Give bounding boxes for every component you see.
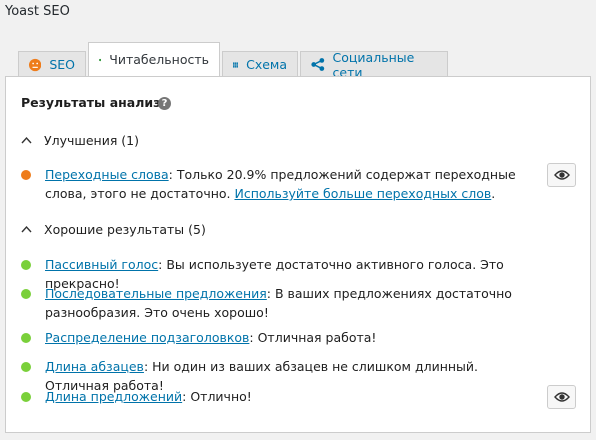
status-dot-orange [21, 170, 31, 180]
chevron-up-icon [21, 136, 32, 144]
item-text-tail: . [491, 186, 496, 201]
consecutive-sentences-link[interactable]: Последовательные предложения [45, 286, 267, 301]
status-dot-green [21, 333, 31, 343]
passive-voice-link[interactable]: Пассивный голос [45, 257, 158, 272]
improvements-header: Улучшения (1) [44, 133, 140, 148]
status-dot-green [21, 392, 31, 402]
item-text: : Отличная работа! [249, 330, 377, 345]
list-item: Длина предложений: Отлично! [21, 387, 521, 406]
eye-icon [553, 392, 570, 402]
sentence-length-link[interactable]: Длина предложений [45, 389, 182, 404]
transition-words-link[interactable]: Переходные слова [45, 167, 169, 182]
paragraph-length-link[interactable]: Длина абзацев [45, 359, 144, 374]
grid-icon [233, 61, 239, 68]
status-dot-green [21, 260, 31, 270]
tab-readability[interactable]: Читабельность [88, 42, 220, 76]
analysis-panel: Результаты анализа ? Улучшения (1) Перех… [5, 76, 591, 433]
highlight-eye-button[interactable] [547, 385, 576, 409]
highlight-eye-button[interactable] [547, 163, 576, 187]
orange-face-icon [29, 58, 42, 71]
use-more-transition-words-link[interactable]: Используйте больше переходных слов [234, 186, 491, 201]
eye-icon [553, 170, 570, 180]
list-item: Распределение подзаголовков: Отличная ра… [21, 328, 521, 347]
tab-label: Схема [246, 57, 287, 72]
status-dot-green [21, 362, 31, 372]
status-dot-green [21, 289, 31, 299]
tab-label: Читабельность [109, 52, 209, 67]
app-title: Yoast SEO [5, 4, 70, 19]
item-text: : Отлично! [182, 389, 252, 404]
analysis-title: Результаты анализа [21, 95, 169, 110]
green-smiley-icon [99, 58, 102, 61]
list-item: Переходные слова: Только 20.9% предложен… [21, 165, 521, 203]
help-icon[interactable]: ? [158, 97, 171, 110]
tab-seo[interactable]: SEO [18, 51, 86, 77]
tab-label: Социальные сети [332, 49, 415, 80]
list-item: Последовательные предложения: В ваших пр… [21, 284, 521, 322]
good-results-toggle[interactable]: Хорошие результаты (5) [21, 222, 206, 237]
share-icon [311, 58, 325, 71]
improvements-toggle[interactable]: Улучшения (1) [21, 133, 139, 148]
tab-schema[interactable]: Схема [222, 51, 298, 77]
chevron-up-icon [21, 225, 32, 233]
tab-label: SEO [49, 57, 75, 72]
tab-social[interactable]: Социальные сети [300, 49, 448, 80]
good-results-header: Хорошие результаты (5) [44, 222, 206, 237]
subheading-distribution-link[interactable]: Распределение подзаголовков [45, 330, 249, 345]
